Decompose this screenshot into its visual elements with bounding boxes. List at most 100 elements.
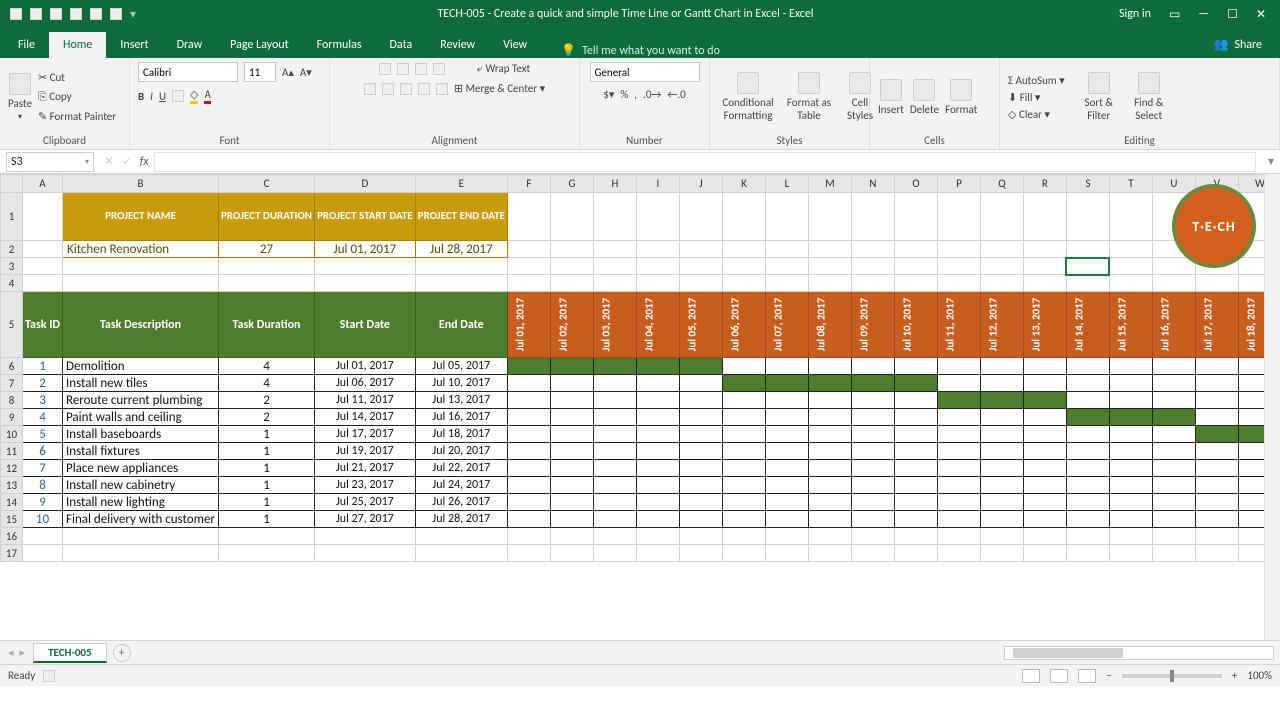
gantt-cell[interactable] <box>894 392 937 409</box>
close-icon[interactable]: ✕ <box>1256 7 1266 22</box>
gantt-cell[interactable] <box>851 460 894 477</box>
gantt-cell[interactable] <box>722 443 765 460</box>
format-painter-button[interactable]: ✎ Format Painter <box>38 110 116 123</box>
qat-icon[interactable] <box>90 8 102 20</box>
gantt-cell[interactable] <box>1195 409 1238 426</box>
task-id-cell[interactable]: 7 <box>23 460 63 477</box>
gantt-cell[interactable] <box>894 511 937 528</box>
gantt-cell[interactable] <box>722 511 765 528</box>
task-id-cell[interactable]: 3 <box>23 392 63 409</box>
font-color-icon[interactable]: A <box>204 88 210 104</box>
gantt-cell[interactable] <box>808 511 851 528</box>
gantt-cell[interactable] <box>593 443 636 460</box>
gantt-cell[interactable] <box>808 494 851 511</box>
gantt-cell[interactable] <box>1152 392 1195 409</box>
tab-review[interactable]: Review <box>426 32 489 58</box>
task-start-cell[interactable]: Jul 06, 2017 <box>315 375 416 392</box>
zoom-handle[interactable] <box>1170 670 1174 682</box>
task-desc-cell[interactable]: Install baseboards <box>62 426 218 443</box>
gantt-cell[interactable] <box>636 392 679 409</box>
gantt-cell[interactable] <box>679 426 722 443</box>
gantt-cell[interactable] <box>980 392 1023 409</box>
column-header[interactable]: O <box>894 175 937 193</box>
gantt-cell[interactable] <box>550 392 593 409</box>
zoom-in-icon[interactable]: + <box>1232 669 1237 682</box>
task-start-cell[interactable]: Jul 17, 2017 <box>315 426 416 443</box>
cut-button[interactable]: ✂ Cut <box>38 71 116 84</box>
gantt-cell[interactable] <box>937 511 980 528</box>
zoom-level[interactable]: 100% <box>1247 669 1272 682</box>
dec-decimal-icon[interactable]: ←.0 <box>667 88 685 101</box>
gantt-cell[interactable] <box>679 409 722 426</box>
gantt-cell[interactable] <box>765 358 808 375</box>
project-dur-cell[interactable]: 27 <box>218 241 314 258</box>
gantt-cell[interactable] <box>679 460 722 477</box>
format-cells-button[interactable]: Format <box>945 79 977 116</box>
redo-icon[interactable] <box>50 8 62 20</box>
task-end-cell[interactable]: Jul 28, 2017 <box>415 511 507 528</box>
gantt-cell[interactable] <box>722 460 765 477</box>
gantt-cell[interactable] <box>808 392 851 409</box>
gantt-cell[interactable] <box>1109 392 1152 409</box>
fx-icon[interactable]: fx <box>136 155 152 169</box>
gantt-cell[interactable] <box>722 477 765 494</box>
gantt-cell[interactable] <box>1152 443 1195 460</box>
gantt-cell[interactable] <box>550 460 593 477</box>
gantt-cell[interactable] <box>937 392 980 409</box>
clear-button[interactable]: ◇ Clear ▾ <box>1008 108 1065 121</box>
paste-button[interactable]: Paste▾ <box>8 73 32 122</box>
gantt-cell[interactable] <box>1195 494 1238 511</box>
column-header[interactable]: C <box>218 175 314 193</box>
gantt-cell[interactable] <box>636 494 679 511</box>
column-header[interactable]: G <box>550 175 593 193</box>
gantt-cell[interactable] <box>550 494 593 511</box>
gantt-cell[interactable] <box>851 358 894 375</box>
page-break-view-icon[interactable] <box>1078 669 1096 683</box>
gantt-cell[interactable] <box>980 358 1023 375</box>
gantt-cell[interactable] <box>765 460 808 477</box>
gantt-cell[interactable] <box>1109 460 1152 477</box>
gantt-cell[interactable] <box>1195 392 1238 409</box>
gantt-cell[interactable] <box>593 375 636 392</box>
comma-icon[interactable]: , <box>634 88 637 101</box>
gantt-cell[interactable] <box>1023 443 1066 460</box>
row-header[interactable]: 9 <box>1 409 23 426</box>
gantt-cell[interactable] <box>1023 375 1066 392</box>
gantt-cell[interactable] <box>550 375 593 392</box>
gantt-cell[interactable] <box>1066 375 1109 392</box>
row-header[interactable]: 16 <box>1 528 23 545</box>
task-dur-cell[interactable]: 2 <box>218 409 314 426</box>
gantt-cell[interactable] <box>1023 511 1066 528</box>
gantt-cell[interactable] <box>851 426 894 443</box>
gantt-cell[interactable] <box>1109 375 1152 392</box>
gantt-cell[interactable] <box>722 392 765 409</box>
row-header[interactable]: 8 <box>1 392 23 409</box>
gantt-cell[interactable] <box>980 375 1023 392</box>
gantt-cell[interactable] <box>679 375 722 392</box>
gantt-cell[interactable] <box>937 375 980 392</box>
task-start-cell[interactable]: Jul 19, 2017 <box>315 443 416 460</box>
task-start-cell[interactable]: Jul 25, 2017 <box>315 494 416 511</box>
column-header[interactable]: Q <box>980 175 1023 193</box>
gantt-cell[interactable] <box>507 409 550 426</box>
task-dur-cell[interactable]: 1 <box>218 477 314 494</box>
zoom-out-icon[interactable]: − <box>1106 669 1111 682</box>
task-start-cell[interactable]: Jul 14, 2017 <box>315 409 416 426</box>
task-end-cell[interactable]: Jul 20, 2017 <box>415 443 507 460</box>
tab-home[interactable]: Home <box>49 32 106 58</box>
gantt-cell[interactable] <box>894 375 937 392</box>
gantt-cell[interactable] <box>1066 511 1109 528</box>
gantt-cell[interactable] <box>937 460 980 477</box>
gantt-cell[interactable] <box>1195 443 1238 460</box>
gantt-cell[interactable] <box>1066 426 1109 443</box>
column-header[interactable]: S <box>1066 175 1109 193</box>
task-dur-cell[interactable]: 2 <box>218 392 314 409</box>
gantt-cell[interactable] <box>980 494 1023 511</box>
task-end-cell[interactable]: Jul 05, 2017 <box>415 358 507 375</box>
gantt-cell[interactable] <box>1066 358 1109 375</box>
gantt-cell[interactable] <box>808 443 851 460</box>
orientation-icon[interactable] <box>433 63 445 75</box>
task-end-cell[interactable]: Jul 13, 2017 <box>415 392 507 409</box>
gantt-cell[interactable] <box>507 392 550 409</box>
decrease-font-icon[interactable]: A▾ <box>300 66 312 79</box>
